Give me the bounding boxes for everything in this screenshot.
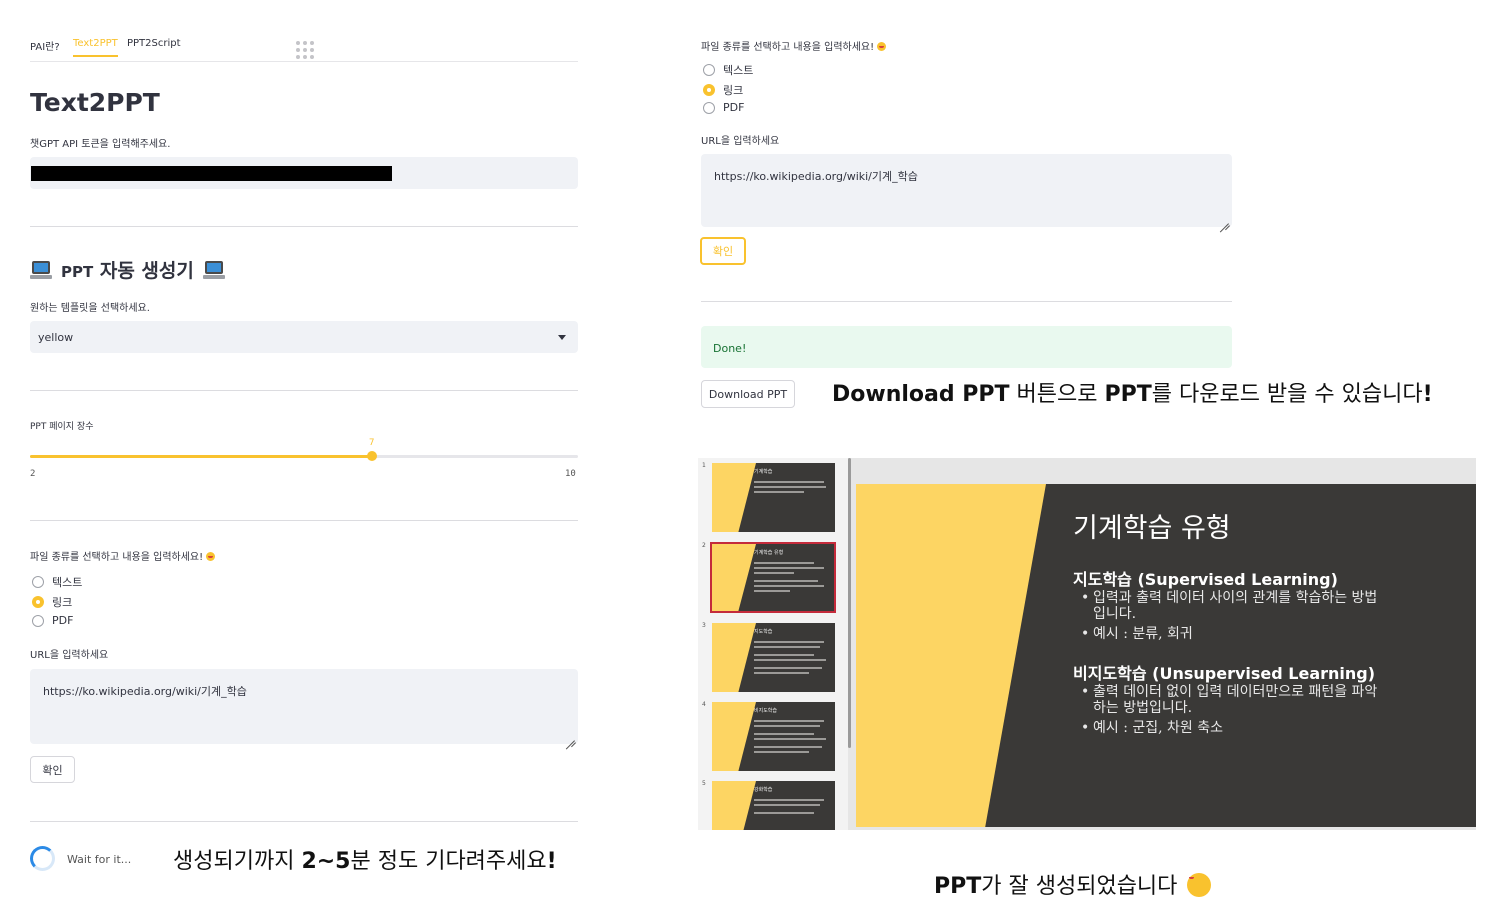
thumb-number: 3 <box>702 622 706 629</box>
slide-yellow-shape <box>856 484 1046 827</box>
thumbnail-slide-4[interactable]: 비지도학습 <box>712 702 835 771</box>
slider-min: 2 <box>30 469 36 479</box>
resize-handle-icon[interactable] <box>566 732 575 741</box>
template-value: yellow <box>38 331 74 344</box>
thumb-number: 4 <box>702 701 706 708</box>
radio-dot <box>32 576 44 588</box>
success-alert: Done! <box>701 326 1232 368</box>
thumb-title: 강화학습 <box>754 787 773 793</box>
slide-heading-supervised: 지도학습 (Supervised Learning) <box>1073 570 1338 589</box>
thumbnail-scrollbar[interactable] <box>848 458 851 748</box>
url-label: URL을 입력하세요 <box>701 136 780 147</box>
laptop-icon <box>30 260 52 279</box>
thumbnail-slide-1[interactable]: 기계학습 <box>712 463 835 532</box>
pages-slider-track[interactable] <box>30 455 578 458</box>
url-value: https://ko.wikipedia.org/wiki/기계_학습 <box>43 685 247 698</box>
thumb-title: 지도학습 <box>754 629 773 635</box>
url-textarea[interactable]: https://ko.wikipedia.org/wiki/기계_학습 <box>701 154 1232 227</box>
success-caption: PPT가 잘 생성되었습니다 <box>934 868 1212 900</box>
token-label: 챗GPT API 토큰을 입력해주세요. <box>30 139 171 150</box>
slide-bullet: • 입력과 출력 데이터 사이의 관계를 학습하는 방법 <box>1081 590 1378 606</box>
slide-title: 기계학습 유형 <box>1073 513 1231 544</box>
token-input[interactable] <box>30 157 578 189</box>
radio-link-label: 링크 <box>52 596 73 609</box>
radio-dot <box>32 614 44 627</box>
tab-ppt2script[interactable]: PPT2Script <box>127 38 181 49</box>
radio-link-label: 링크 <box>723 84 744 97</box>
pages-label: PPT 페이지 장수 <box>30 422 94 432</box>
radio-text-label: 텍스트 <box>723 64 754 77</box>
thumbnail-slide-3[interactable]: 지도학습 <box>712 623 835 692</box>
resize-handle-icon[interactable] <box>1220 215 1229 224</box>
filetype-label: 파일 종류를 선택하고 내용을 입력하세요! <box>30 548 216 563</box>
main-slide: 기계학습 유형 지도학습 (Supervised Learning) • 입력과 … <box>856 484 1476 827</box>
section-title-ppt: PPT <box>61 263 94 281</box>
slide-bullet-cont: 하는 방법입니다. <box>1093 700 1193 716</box>
divider <box>30 821 578 822</box>
slide-bullet: • 예시 : 군집, 차원 축소 <box>1081 720 1224 736</box>
radio-dot-selected <box>703 84 715 96</box>
thumbnail-slide-5[interactable]: 강화학습 <box>712 781 835 830</box>
divider <box>30 390 578 391</box>
radio-link[interactable]: 링크 <box>703 82 743 98</box>
confirm-button[interactable]: 확인 <box>30 756 75 783</box>
slide-bullet-cont: 입니다. <box>1093 606 1137 622</box>
pages-slider-fill <box>30 455 373 458</box>
pages-slider-thumb[interactable] <box>367 451 377 461</box>
thumb-number: 2 <box>702 542 706 549</box>
tab-text2ppt[interactable]: Text2PPT <box>73 38 118 57</box>
section-title: PPT 자동 생성기 <box>30 256 225 283</box>
divider <box>30 520 578 521</box>
thumb-number: 1 <box>702 462 706 469</box>
radio-text-label: 텍스트 <box>52 576 83 589</box>
slide-heading-unsupervised: 비지도학습 (Unsupervised Learning) <box>1073 664 1376 683</box>
tab-pai[interactable]: PAI란? <box>30 38 60 53</box>
thumbnail-slide-2[interactable]: 기계학습 유형 <box>710 542 836 613</box>
template-label: 원하는 템플릿을 선택하세요. <box>30 303 150 314</box>
thumb-number: 5 <box>702 780 706 787</box>
radio-dot <box>703 64 715 76</box>
url-value: https://ko.wikipedia.org/wiki/기계_학습 <box>714 170 918 183</box>
radio-pdf-label: PDF <box>723 101 745 114</box>
thumbnail-panel: 1 기계학습 2 기계학습 유형 3 지도학습 4 비지도학습 5 강화학습 <box>698 458 848 830</box>
laptop-icon <box>202 260 225 279</box>
divider <box>701 301 1232 302</box>
radio-pdf[interactable]: PDF <box>703 101 744 114</box>
divider <box>30 226 578 227</box>
caret-down-icon <box>558 335 566 340</box>
radio-dot <box>703 101 715 114</box>
thumb-title: 비지도학습 <box>754 708 778 714</box>
thumb-title: 기계학습 유형 <box>754 550 784 556</box>
radio-link[interactable]: 링크 <box>32 594 72 610</box>
radio-text[interactable]: 텍스트 <box>703 62 753 78</box>
thumb-title: 기계학습 <box>754 469 773 475</box>
template-select[interactable]: yellow <box>30 321 578 353</box>
token-redaction <box>31 166 392 181</box>
confirm-button[interactable]: 확인 <box>700 237 746 265</box>
download-ppt-button[interactable]: Download PPT <box>701 380 795 408</box>
url-textarea[interactable]: https://ko.wikipedia.org/wiki/기계_학습 <box>30 669 578 744</box>
filetype-label: 파일 종류를 선택하고 내용을 입력하세요! <box>701 38 887 53</box>
radio-pdf[interactable]: PDF <box>32 614 73 627</box>
radio-text[interactable]: 텍스트 <box>32 574 82 590</box>
grin-emoji-icon <box>206 552 216 561</box>
radio-dot-selected <box>32 596 44 608</box>
grip-icon[interactable] <box>296 41 318 61</box>
slider-max: 10 <box>565 469 576 479</box>
radio-pdf-label: PDF <box>52 614 74 627</box>
page-title: Text2PPT <box>30 88 160 117</box>
smile-emoji-icon <box>1187 873 1212 897</box>
slide-bullet: • 예시 : 분류, 회귀 <box>1081 626 1193 642</box>
grin-emoji-icon <box>877 42 887 51</box>
slide-bullet: • 출력 데이터 없이 입력 데이터만으로 패턴을 파악 <box>1081 684 1378 700</box>
section-title-text: 자동 생성기 <box>99 260 194 282</box>
ppt-viewer: 1 기계학습 2 기계학습 유형 3 지도학습 4 비지도학습 5 강화학습 기… <box>698 458 1476 830</box>
url-label: URL을 입력하세요 <box>30 650 109 661</box>
slider-value: 7 <box>369 438 375 448</box>
spinner-icon <box>30 846 55 871</box>
download-caption: Download PPT 버튼으로 PPT를 다운로드 받을 수 있습니다! <box>832 382 1433 407</box>
wait-caption: 생성되기까지 2~5분 정도 기다려주세요! <box>173 849 557 874</box>
wait-text: Wait for it... <box>67 853 132 866</box>
